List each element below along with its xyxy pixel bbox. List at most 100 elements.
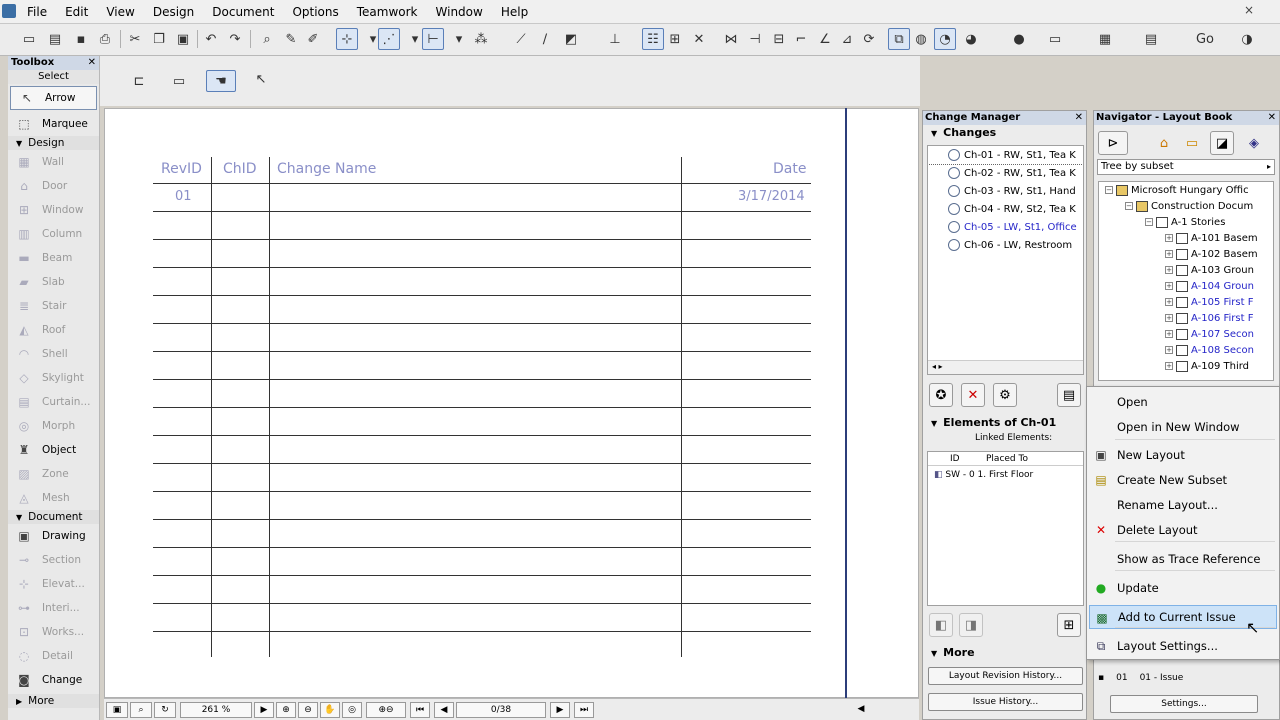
tool-mesh[interactable]: ◬ Mesh: [8, 486, 99, 510]
expand-icon[interactable]: +: [1165, 234, 1173, 242]
help-icon[interactable]: ◑: [1236, 28, 1258, 50]
add-element-icon[interactable]: ◧: [929, 613, 953, 637]
next-page-icon[interactable]: ▶: [550, 702, 570, 718]
tool-beam[interactable]: ▬ Beam: [8, 246, 99, 270]
change-item[interactable]: Ch-05 - LW, St1, Office: [928, 218, 1083, 236]
layer-icon[interactable]: ⟋: [510, 28, 532, 50]
elements-section-header[interactable]: ▼ Elements of Ch-01: [923, 415, 1056, 431]
menu-item-open-in-new-window[interactable]: Open in New Window: [1089, 415, 1277, 439]
pointer-icon[interactable]: ↖: [250, 68, 272, 90]
linked-element-row[interactable]: ◧ SW - 0 1. First Floor: [928, 466, 1083, 480]
change-item[interactable]: Ch-06 - LW, Restroom: [928, 236, 1083, 254]
tool-skylight[interactable]: ◇ Skylight: [8, 366, 99, 390]
menu-edit[interactable]: Edit: [56, 4, 97, 20]
zoom-out-icon[interactable]: ⊖: [298, 702, 318, 718]
pen-icon[interactable]: ∕: [534, 28, 556, 50]
prev-page-icon[interactable]: ◀: [434, 702, 454, 718]
window-close-button[interactable]: ×: [1244, 3, 1254, 17]
hand-icon[interactable]: ☚: [206, 70, 236, 92]
open-file-icon[interactable]: ▤: [44, 28, 66, 50]
layout-book-icon[interactable]: ◪: [1210, 131, 1234, 155]
issue-history-button[interactable]: Issue History...: [928, 693, 1083, 711]
close-icon[interactable]: ✕: [88, 56, 96, 70]
last-page-icon[interactable]: ⏭: [574, 702, 594, 718]
redo-icon[interactable]: ↷: [224, 28, 246, 50]
tree-node[interactable]: + A-106 First F: [1099, 310, 1273, 326]
elevation-view-icon[interactable]: ▤: [1140, 28, 1162, 50]
menu-item-show-as-trace-reference[interactable]: Show as Trace Reference: [1089, 547, 1277, 571]
expand-icon[interactable]: +: [1165, 330, 1173, 338]
tree-node[interactable]: + A-104 Groun: [1099, 278, 1273, 294]
new-file-icon[interactable]: ▭: [18, 28, 40, 50]
adjust-icon[interactable]: ⊟: [768, 28, 790, 50]
scroll-left-icon[interactable]: ◀: [844, 702, 878, 718]
settings-button[interactable]: Settings...: [1110, 695, 1258, 713]
render-icon[interactable]: ◕: [960, 28, 982, 50]
view-map-icon[interactable]: ⌂: [1152, 131, 1176, 155]
tree-node[interactable]: + A-105 First F: [1099, 294, 1273, 310]
marquee-shape-icon[interactable]: ▭: [168, 70, 190, 92]
more-group-header[interactable]: ▶ More: [8, 694, 99, 708]
menu-item-create-new-subset[interactable]: ▤ Create New Subset: [1089, 468, 1277, 492]
expand-icon[interactable]: +: [1165, 282, 1173, 290]
menu-file[interactable]: File: [18, 4, 56, 20]
expand-icon[interactable]: +: [1165, 314, 1173, 322]
expand-icon[interactable]: +: [1165, 266, 1173, 274]
table-icon[interactable]: ⊞: [664, 28, 686, 50]
zoom-fit-icon[interactable]: ⌕: [130, 702, 152, 718]
tool-stair[interactable]: ≣ Stair: [8, 294, 99, 318]
more-section-header[interactable]: ▼ More: [923, 645, 975, 661]
tool-change[interactable]: ◙ Change: [8, 668, 99, 692]
layout-revision-history-button[interactable]: Layout Revision History...: [928, 667, 1083, 685]
tree-node[interactable]: + A-103 Groun: [1099, 262, 1273, 278]
changes-hscroll[interactable]: ◂ ▸: [928, 360, 1083, 374]
menu-document[interactable]: Document: [203, 4, 283, 20]
page-counter[interactable]: 0/38: [456, 702, 546, 718]
changes-section-header[interactable]: ▼ Changes: [923, 125, 1086, 141]
close-x-icon[interactable]: ✕: [688, 28, 710, 50]
tool-shell[interactable]: ◠ Shell: [8, 342, 99, 366]
select-element-icon[interactable]: ⊞: [1057, 613, 1081, 637]
tool-section[interactable]: ⊸ Section: [8, 548, 99, 572]
3d-view-icon[interactable]: ▭: [1044, 28, 1066, 50]
tool-object[interactable]: ♜ Object: [8, 438, 99, 462]
teamwork-icon[interactable]: ◔: [934, 28, 956, 50]
folder-icon[interactable]: ▭: [1180, 131, 1204, 155]
tool-curtain[interactable]: ▤ Curtain...: [8, 390, 99, 414]
guide-icon[interactable]: ⋰: [378, 28, 400, 50]
tool-elevat[interactable]: ⊹ Elevat...: [8, 572, 99, 596]
geometry-method-icon[interactable]: ⊏: [128, 70, 150, 92]
intersect-icon[interactable]: ⌐: [790, 28, 812, 50]
rotate-icon[interactable]: ⟳: [858, 28, 880, 50]
tool-window[interactable]: ⊞ Window: [8, 198, 99, 222]
cut-icon[interactable]: ✂: [124, 28, 146, 50]
fillet-icon[interactable]: ∠: [814, 28, 836, 50]
tree-node[interactable]: + A-109 Third: [1099, 358, 1273, 374]
tool-zone[interactable]: ▨ Zone: [8, 462, 99, 486]
menu-item-new-layout[interactable]: ▣ New Layout: [1089, 443, 1277, 467]
expand-icon[interactable]: +: [1165, 346, 1173, 354]
save-icon[interactable]: ▪: [70, 28, 92, 50]
menu-window[interactable]: Window: [427, 4, 492, 20]
tree-node[interactable]: − A-1 Stories: [1099, 214, 1273, 230]
layout-tree[interactable]: − Microsoft Hungary Offic − Construction Do…: [1098, 181, 1274, 381]
fill-icon[interactable]: ◩: [560, 28, 582, 50]
dim-icon[interactable]: ⊥: [604, 28, 626, 50]
expand-icon[interactable]: +: [1165, 298, 1173, 306]
tool-drawing[interactable]: ▣ Drawing: [8, 524, 99, 548]
go-button[interactable]: Go: [1192, 28, 1218, 50]
new-change-icon[interactable]: ✪: [929, 383, 953, 407]
menu-item-layout-settings[interactable]: ⧉ Layout Settings...: [1089, 634, 1277, 658]
pick-up-icon[interactable]: ✎: [280, 28, 302, 50]
tree-node[interactable]: + A-108 Secon: [1099, 342, 1273, 358]
split-icon[interactable]: ⊣: [744, 28, 766, 50]
zoom-nav-icon[interactable]: ⊕⊖: [366, 702, 406, 718]
layout-icon[interactable]: ☷: [642, 28, 664, 50]
tool-morph[interactable]: ◎ Morph: [8, 414, 99, 438]
document-group-header[interactable]: ▼ Document: [8, 510, 99, 524]
view-icon[interactable]: ⧉: [888, 28, 910, 50]
snap-icon[interactable]: ⊹: [336, 28, 358, 50]
tree-mode-select[interactable]: Tree by subset ▸: [1097, 159, 1275, 175]
design-group-header[interactable]: ▼ Design: [8, 136, 99, 150]
change-item[interactable]: Ch-04 - RW, St2, Tea K: [928, 200, 1083, 218]
